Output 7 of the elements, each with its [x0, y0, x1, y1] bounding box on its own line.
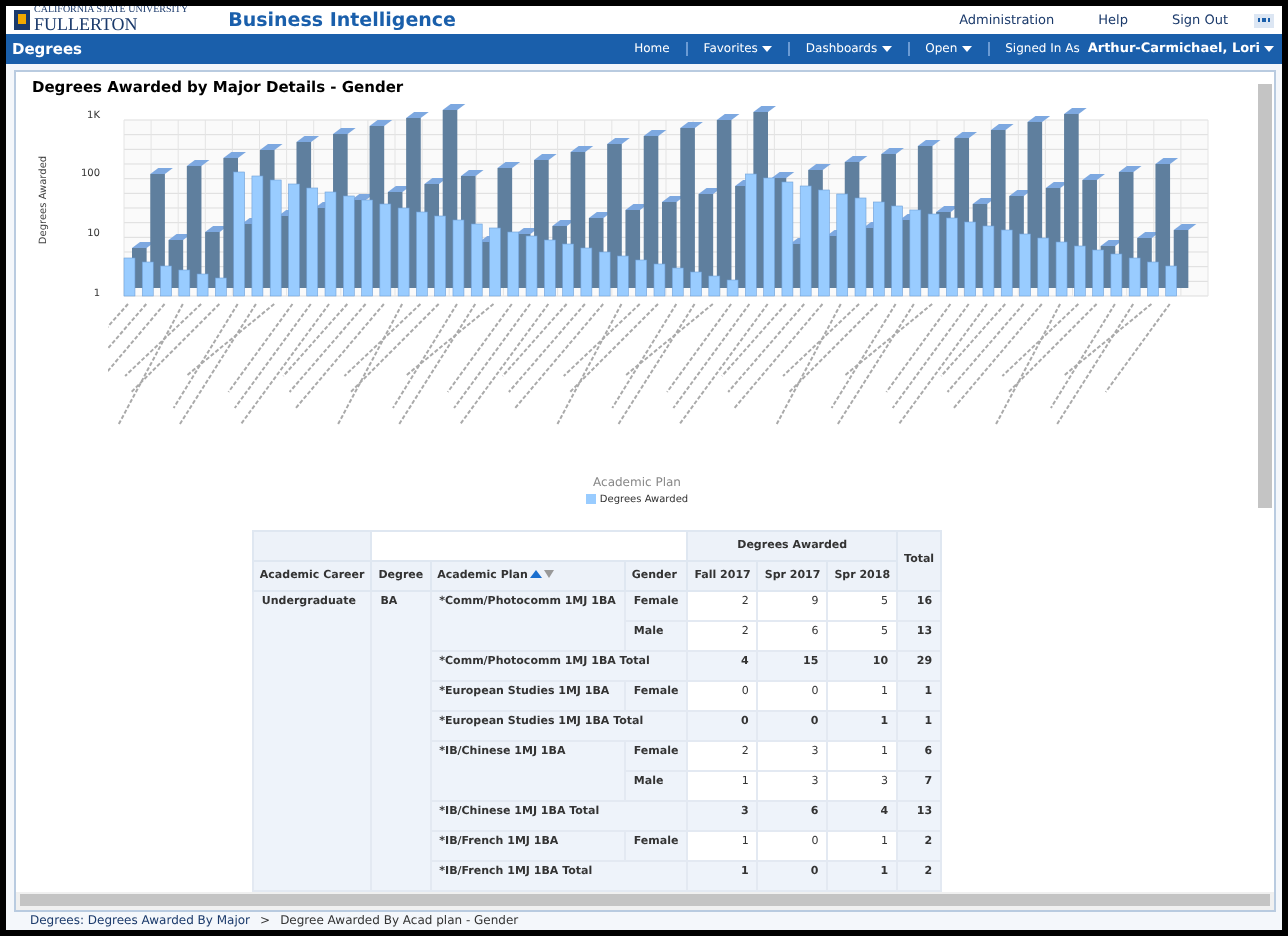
logo-text: FULLERTON — [34, 16, 140, 34]
more-button[interactable] — [1254, 13, 1274, 27]
university-seal-icon — [14, 10, 30, 30]
caret-icon — [1264, 45, 1274, 52]
sort-arrows-icon[interactable] — [529, 569, 554, 578]
app-title: Business Intelligence — [228, 9, 456, 31]
vertical-scrollbar[interactable] — [1258, 83, 1272, 508]
